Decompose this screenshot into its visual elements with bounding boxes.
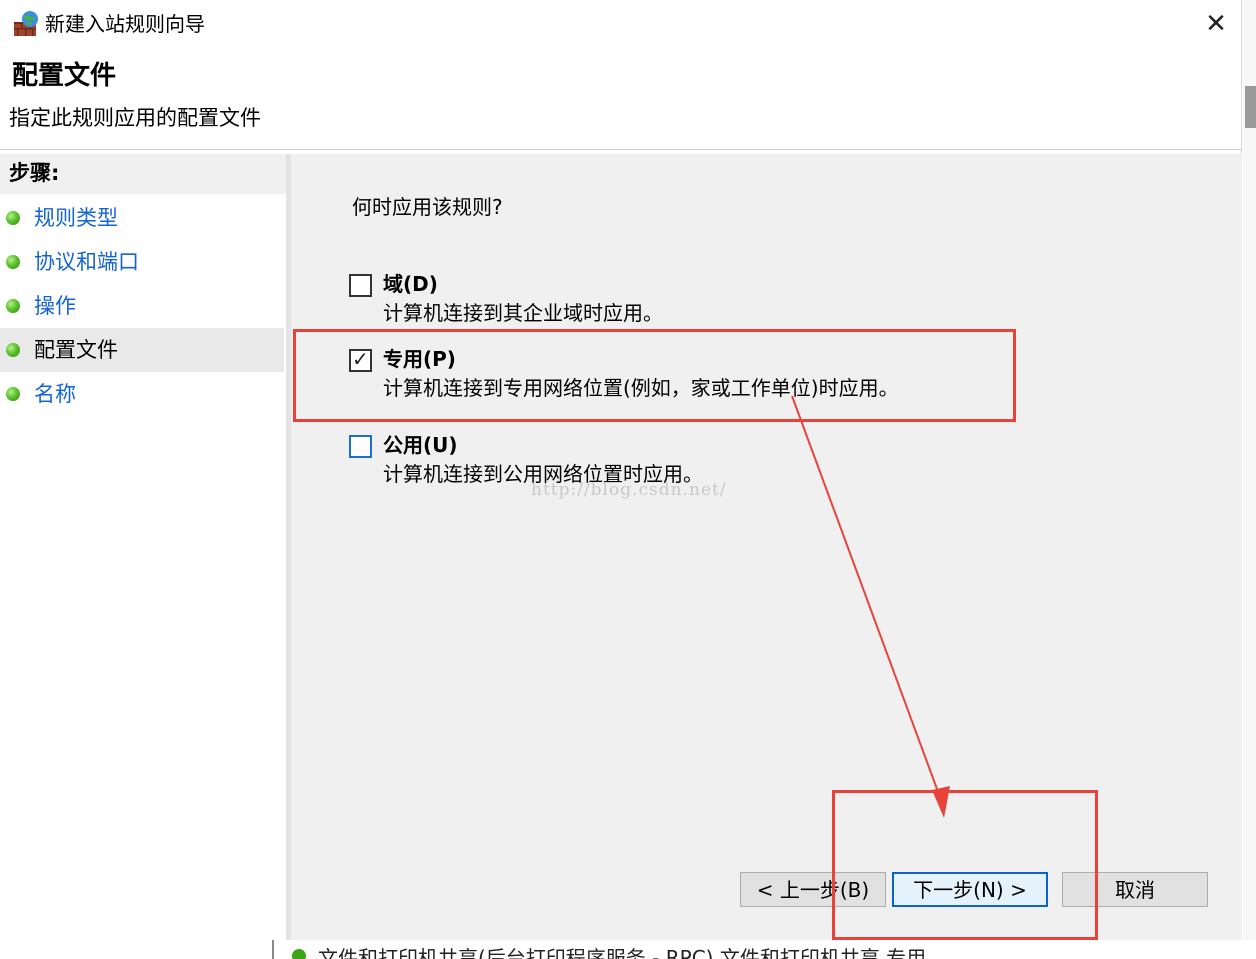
title-bar: 新建入站规则向导 ✕ (0, 0, 1242, 48)
window-title: 新建入站规则向导 (45, 12, 205, 36)
page-header: 配置文件 指定此规则应用的配置文件 (0, 48, 1242, 150)
step-label: 协议和端口 (34, 250, 139, 274)
option-label[interactable]: 域(D) (383, 270, 438, 298)
green-dot-icon (6, 255, 20, 269)
step-rule-type[interactable]: 规则类型 (0, 196, 284, 240)
option-description: 计算机连接到其企业域时应用。 (383, 301, 663, 325)
green-dot-icon (6, 387, 20, 401)
green-dot-icon (6, 211, 20, 225)
page-subtitle: 指定此规则应用的配置文件 (9, 106, 261, 130)
step-protocol-port[interactable]: 协议和端口 (0, 240, 284, 284)
steps-title: 步骤: (9, 161, 60, 185)
domain-checkbox[interactable] (349, 274, 372, 297)
scrollbar-thumb (1245, 86, 1256, 128)
background-list-row: 文件和打印机共享(后台打印程序服务 - RPC) 文件和打印机共享 专用 (0, 940, 1256, 959)
step-action[interactable]: 操作 (0, 284, 284, 328)
green-dot-icon (292, 949, 306, 959)
step-label: 名称 (34, 382, 76, 406)
step-label: 规则类型 (34, 206, 118, 230)
close-button[interactable]: ✕ (1192, 6, 1240, 42)
option-label[interactable]: 公用(U) (383, 431, 458, 459)
step-profile: 配置文件 (0, 328, 284, 372)
annotation-box-private (293, 329, 1016, 422)
question-text: 何时应用该规则? (352, 195, 503, 219)
close-icon: ✕ (1205, 9, 1227, 39)
background-row-text: 文件和打印机共享(后台打印程序服务 - RPC) 文件和打印机共享 专用 (318, 946, 927, 959)
green-dot-icon (6, 299, 20, 313)
firewall-icon (14, 11, 38, 36)
watermark: http://blog.csdn.net/ (531, 480, 727, 500)
steps-panel: 步骤: 规则类型 协议和端口 操作 配置文件 名称 (0, 154, 286, 940)
steps-header: 步骤: (0, 154, 286, 194)
step-label: 配置文件 (34, 338, 118, 362)
option-domain: 域(D) 计算机连接到其企业域时应用。 (349, 272, 1049, 334)
green-dot-icon (6, 343, 20, 357)
content-panel: 何时应用该规则? 域(D) 计算机连接到其企业域时应用。 ✓ 专用(P) 计算机… (291, 154, 1242, 940)
step-name[interactable]: 名称 (0, 372, 284, 416)
background-scrollbar (1243, 0, 1256, 940)
public-checkbox[interactable] (349, 435, 372, 458)
page-title: 配置文件 (12, 61, 117, 91)
step-label: 操作 (34, 294, 76, 318)
annotation-box-next (832, 790, 1098, 940)
column-divider (272, 940, 274, 959)
